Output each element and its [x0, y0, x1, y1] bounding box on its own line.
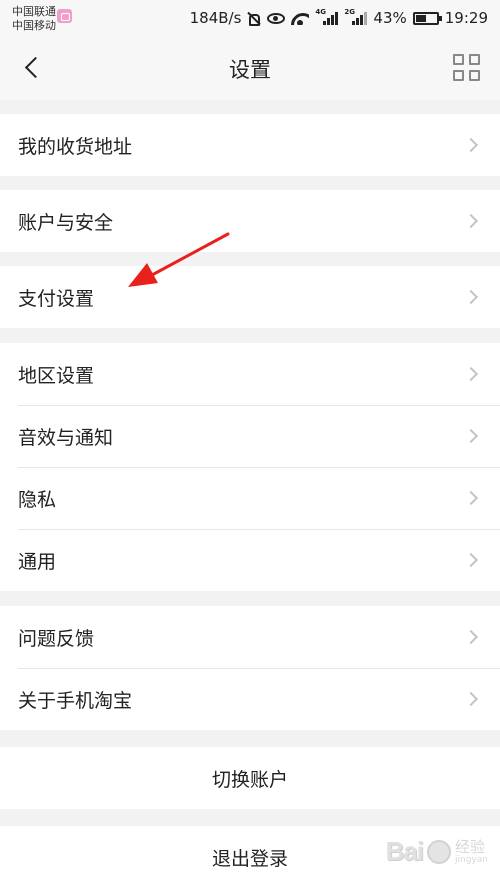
qr-grid-button[interactable] [452, 53, 482, 83]
baidu-jingyan-watermark: Bai 经验 jingyan [386, 836, 488, 867]
settings-item-label: 问题反馈 [18, 627, 95, 650]
logout-label: 退出登录 [211, 848, 288, 870]
settings-item-label: 关于手机淘宝 [18, 689, 133, 712]
settings-item-label: 我的收货地址 [18, 135, 133, 158]
settings-item-sound-notification[interactable]: 音效与通知 [0, 405, 500, 467]
carrier-label-1: 中国联通 [12, 5, 56, 18]
network-type-1: 4G [315, 8, 327, 16]
chevron-right-icon [463, 691, 479, 707]
carrier-label-2: 中国移动 [12, 19, 56, 32]
eye-comfort-icon [267, 12, 286, 24]
settings-item-payment[interactable]: 支付设置 [0, 266, 500, 328]
chevron-right-icon [463, 289, 479, 305]
signal-icon-2: 2G [344, 8, 368, 25]
settings-group-address: 我的收货地址 [0, 114, 500, 176]
settings-group-payment: 支付设置 [0, 266, 500, 328]
settings-item-privacy[interactable]: 隐私 [0, 467, 500, 529]
settings-item-label: 音效与通知 [18, 426, 114, 449]
chevron-right-icon [463, 552, 479, 568]
network-type-2: 2G [344, 8, 356, 16]
clock: 19:29 [444, 9, 488, 27]
settings-group-about: 问题反馈 关于手机淘宝 [0, 606, 500, 730]
settings-item-label: 地区设置 [18, 364, 95, 387]
watermark-text: 经验 [455, 837, 486, 856]
settings-item-label: 支付设置 [18, 287, 95, 310]
switch-account-button[interactable]: 切换账户 [0, 747, 500, 809]
settings-item-label: 通用 [18, 550, 57, 573]
chevron-right-icon [463, 629, 479, 645]
battery-percent: 43% [373, 9, 407, 27]
settings-group-account: 账户与安全 [0, 190, 500, 252]
settings-item-address[interactable]: 我的收货地址 [0, 114, 500, 176]
chevron-right-icon [463, 366, 479, 382]
battery-icon [412, 11, 442, 25]
chevron-right-icon [463, 137, 479, 153]
watermark-subtext: jingyan [455, 854, 488, 865]
grid-icon [453, 54, 464, 65]
settings-item-label: 隐私 [18, 488, 57, 511]
settings-item-general[interactable]: 通用 [0, 529, 500, 591]
mute-icon [247, 11, 261, 26]
watermark-logo: Bai [385, 836, 424, 866]
settings-item-account-security[interactable]: 账户与安全 [0, 190, 500, 252]
settings-item-region[interactable]: 地区设置 [0, 343, 500, 405]
paw-icon [427, 839, 452, 864]
notification-app-icon [57, 9, 72, 23]
status-indicators: 184B/s 4G 2G 43% 19:29 [190, 8, 488, 28]
signal-icon-1: 4G [315, 8, 339, 25]
settings-item-feedback[interactable]: 问题反馈 [0, 606, 500, 668]
nav-bar: 设置 [0, 36, 500, 100]
chevron-right-icon [463, 490, 479, 506]
page-title: 设置 [229, 58, 271, 82]
settings-item-label: 账户与安全 [18, 211, 114, 234]
network-speed: 184B/s [189, 9, 242, 27]
chevron-right-icon [463, 428, 479, 444]
settings-group-general: 地区设置 音效与通知 隐私 通用 [0, 343, 500, 591]
wifi-icon [291, 11, 309, 25]
switch-account-label: 切换账户 [211, 768, 288, 791]
chevron-right-icon [463, 213, 479, 229]
status-bar: 中国联通 中国移动 184B/s 4G 2G 43% 19:29 [0, 0, 500, 36]
settings-item-about[interactable]: 关于手机淘宝 [0, 668, 500, 730]
